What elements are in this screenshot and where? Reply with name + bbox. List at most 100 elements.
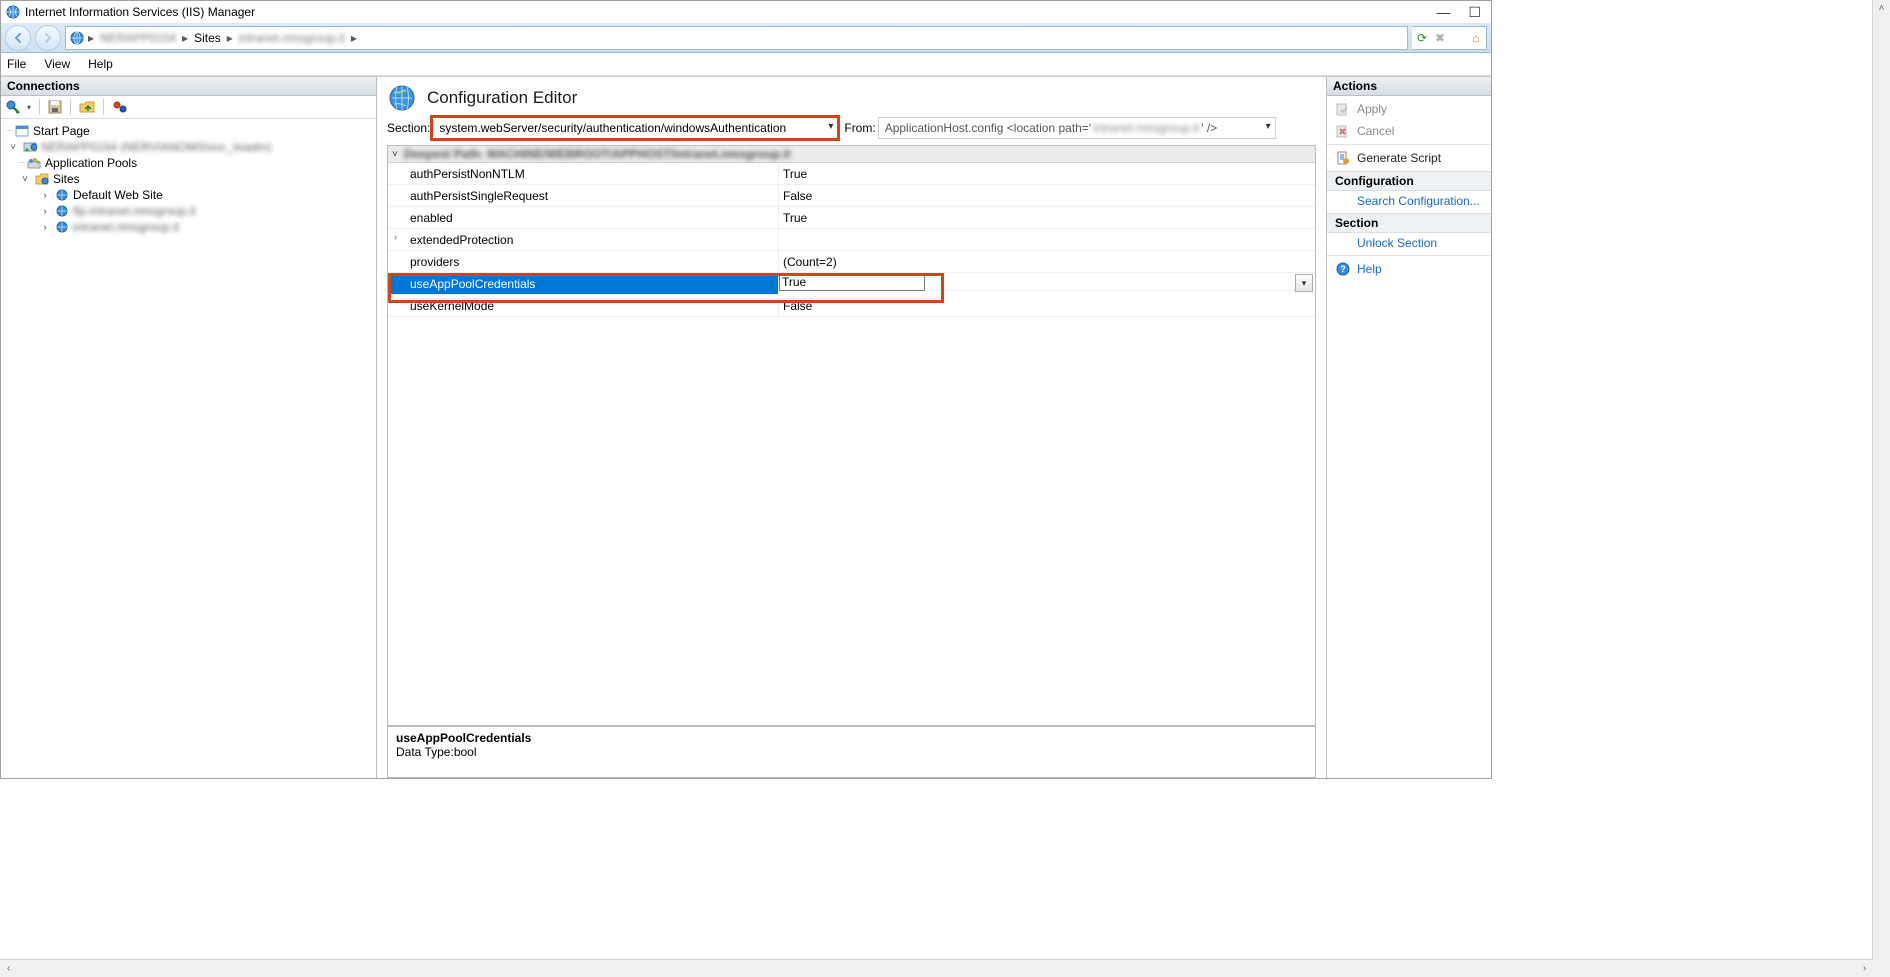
prop-val-useAppPoolCredentials[interactable]: ▾ [778,273,1315,291]
expand-icon[interactable]: › [39,190,51,201]
address-bar-tools: ⟳ ✖ ⌂ [1412,26,1487,50]
action-apply[interactable]: Apply [1327,98,1491,120]
expand-icon[interactable]: › [39,222,51,233]
tree-server-node[interactable]: ˅ NERAPP0154 (NERVIANOMS\svc_iisadm) [3,139,374,155]
tree-site-default[interactable]: › Default Web Site [3,187,374,203]
refresh-icon[interactable]: ⟳ [1414,31,1430,45]
prop-val-extendedProtection[interactable] [778,229,1315,251]
prop-val-authPersistSingleRequest[interactable]: False [778,185,1315,207]
script-icon [1335,150,1351,166]
app-pools-icon [27,156,41,170]
app-title: Internet Information Services (IIS) Mana… [25,5,255,19]
site-globe-icon [55,188,69,202]
breadcrumb[interactable]: ▸ NERAPP0154 ▸ Sites ▸ intranet.nmsgroup… [65,26,1408,50]
prop-val-input[interactable] [779,273,925,291]
collapse-icon[interactable]: ˅ [19,174,31,185]
property-grid: ˅ Deepest Path: MACHINE/WEBROOT/APPHOST/… [387,145,1316,726]
outer-scrollbar-vertical[interactable]: ˄ [1872,0,1890,977]
server-icon [23,140,37,154]
tree-site-intranet[interactable]: › intranet.nmsgroup.it [3,219,374,235]
tree-start-page[interactable]: ┈ Start Page [3,123,374,139]
page-title: Configuration Editor [427,88,577,108]
action-search-config[interactable]: Search Configuration... [1327,191,1491,211]
prop-val-enabled[interactable]: True [778,207,1315,229]
actions-header: Actions [1327,77,1491,96]
site-globe-icon [55,220,69,234]
breadcrumb-sites[interactable]: Sites [190,31,225,45]
help-icon: ? [1335,261,1351,277]
action-cancel[interactable]: Cancel [1327,120,1491,142]
actions-config-header: Configuration [1327,171,1491,191]
svg-text:?: ? [1340,264,1346,274]
breadcrumb-server[interactable]: NERAPP0154 [96,31,180,45]
scroll-right-icon[interactable]: › [1856,963,1873,974]
iis-manager-window: Internet Information Services (IIS) Mana… [0,0,1492,779]
property-details: useAppPoolCredentials Data Type:bool [387,726,1316,778]
iis-app-icon [5,4,21,20]
section-dropdown[interactable]: system.webServer/security/authentication… [432,117,838,139]
action-unlock-section[interactable]: Unlock Section [1327,233,1491,253]
tree-app-pools[interactable]: ┈ Application Pools [3,155,374,171]
collapse-icon[interactable]: ˅ [7,142,19,153]
breadcrumb-site[interactable]: intranet.nmsgroup.it [235,31,349,45]
actions-panel: Actions Apply Cancel [1327,77,1491,778]
prop-key-useKernelMode[interactable]: useKernelMode [388,295,778,317]
gears-icon[interactable] [112,99,128,115]
action-help[interactable]: ? Help [1327,258,1491,280]
start-page-icon [15,124,29,138]
content-panel: Configuration Editor Section: system.web… [377,77,1327,778]
scroll-left-icon[interactable]: ‹ [0,963,17,974]
config-editor-icon [387,83,417,113]
menu-file[interactable]: File [7,57,26,71]
connect-icon[interactable] [5,99,21,115]
action-generate-script[interactable]: Generate Script [1327,147,1491,169]
forward-button[interactable] [35,25,61,51]
expand-icon[interactable]: › [394,232,397,242]
prop-key-useAppPoolCredentials[interactable]: useAppPoolCredentials [388,273,778,295]
site-globe-icon [55,204,69,218]
prop-key-authPersistSingleRequest[interactable]: authPersistSingleRequest [388,185,778,207]
back-button[interactable] [5,25,31,51]
prop-key-providers[interactable]: providers [388,251,778,273]
outer-scrollbar-horizontal[interactable]: ‹ › [0,959,1873,977]
details-prop-name: useAppPoolCredentials [396,731,1307,745]
save-icon[interactable] [48,100,62,114]
stop-icon[interactable]: ✖ [1432,31,1448,45]
maximize-button[interactable]: ☐ [1468,5,1481,19]
address-bar: ▸ NERAPP0154 ▸ Sites ▸ intranet.nmsgroup… [1,24,1491,53]
up-level-icon[interactable] [79,100,95,114]
expand-icon[interactable]: › [39,206,51,217]
cancel-icon [1335,123,1351,139]
prop-val-authPersistNonNTLM[interactable]: True [778,163,1315,185]
from-dropdown[interactable]: ApplicationHost.config <location path=' … [878,117,1276,139]
breadcrumb-separator: ▸ [88,31,94,45]
globe-icon [68,29,86,47]
titlebar: Internet Information Services (IIS) Mana… [1,1,1491,24]
prop-key-enabled[interactable]: enabled [388,207,778,229]
tree-site-ftp[interactable]: › ftp.intranet.nmsgroup.it [3,203,374,219]
actions-section-header: Section [1327,213,1491,233]
tree-sites-node[interactable]: ˅ Sites [3,171,374,187]
from-label: From: [844,121,875,135]
prop-val-useKernelMode[interactable]: False [778,295,1315,317]
menu-bar: File View Help [1,53,1491,76]
prop-val-providers[interactable]: (Count=2) [778,251,1315,273]
connections-header: Connections [1,77,376,96]
menu-view[interactable]: View [44,57,70,71]
scroll-up-icon[interactable]: ˄ [1873,0,1890,17]
section-label: Section: [387,121,430,135]
collapse-icon[interactable]: ˅ [392,149,398,160]
details-prop-type: Data Type:bool [396,745,1307,759]
menu-help[interactable]: Help [88,57,113,71]
sites-folder-icon [35,172,49,186]
connections-toolbar: ▾ [1,96,376,119]
connections-tree[interactable]: ┈ Start Page ˅ NERAPP0154 (NERVIANOMS\ [1,119,376,778]
prop-key-authPersistNonNTLM[interactable]: authPersistNonNTLM [388,163,778,185]
home-icon[interactable]: ⌂ [1468,31,1484,45]
minimize-button[interactable]: — [1436,5,1450,19]
dropdown-icon[interactable]: ▾ [1295,274,1313,292]
prop-key-extendedProtection[interactable]: ›extendedProtection [388,229,778,251]
apply-icon [1335,101,1351,117]
connections-panel: Connections ▾ [1,77,377,778]
property-group-header[interactable]: ˅ Deepest Path: MACHINE/WEBROOT/APPHOST/… [388,146,1315,163]
